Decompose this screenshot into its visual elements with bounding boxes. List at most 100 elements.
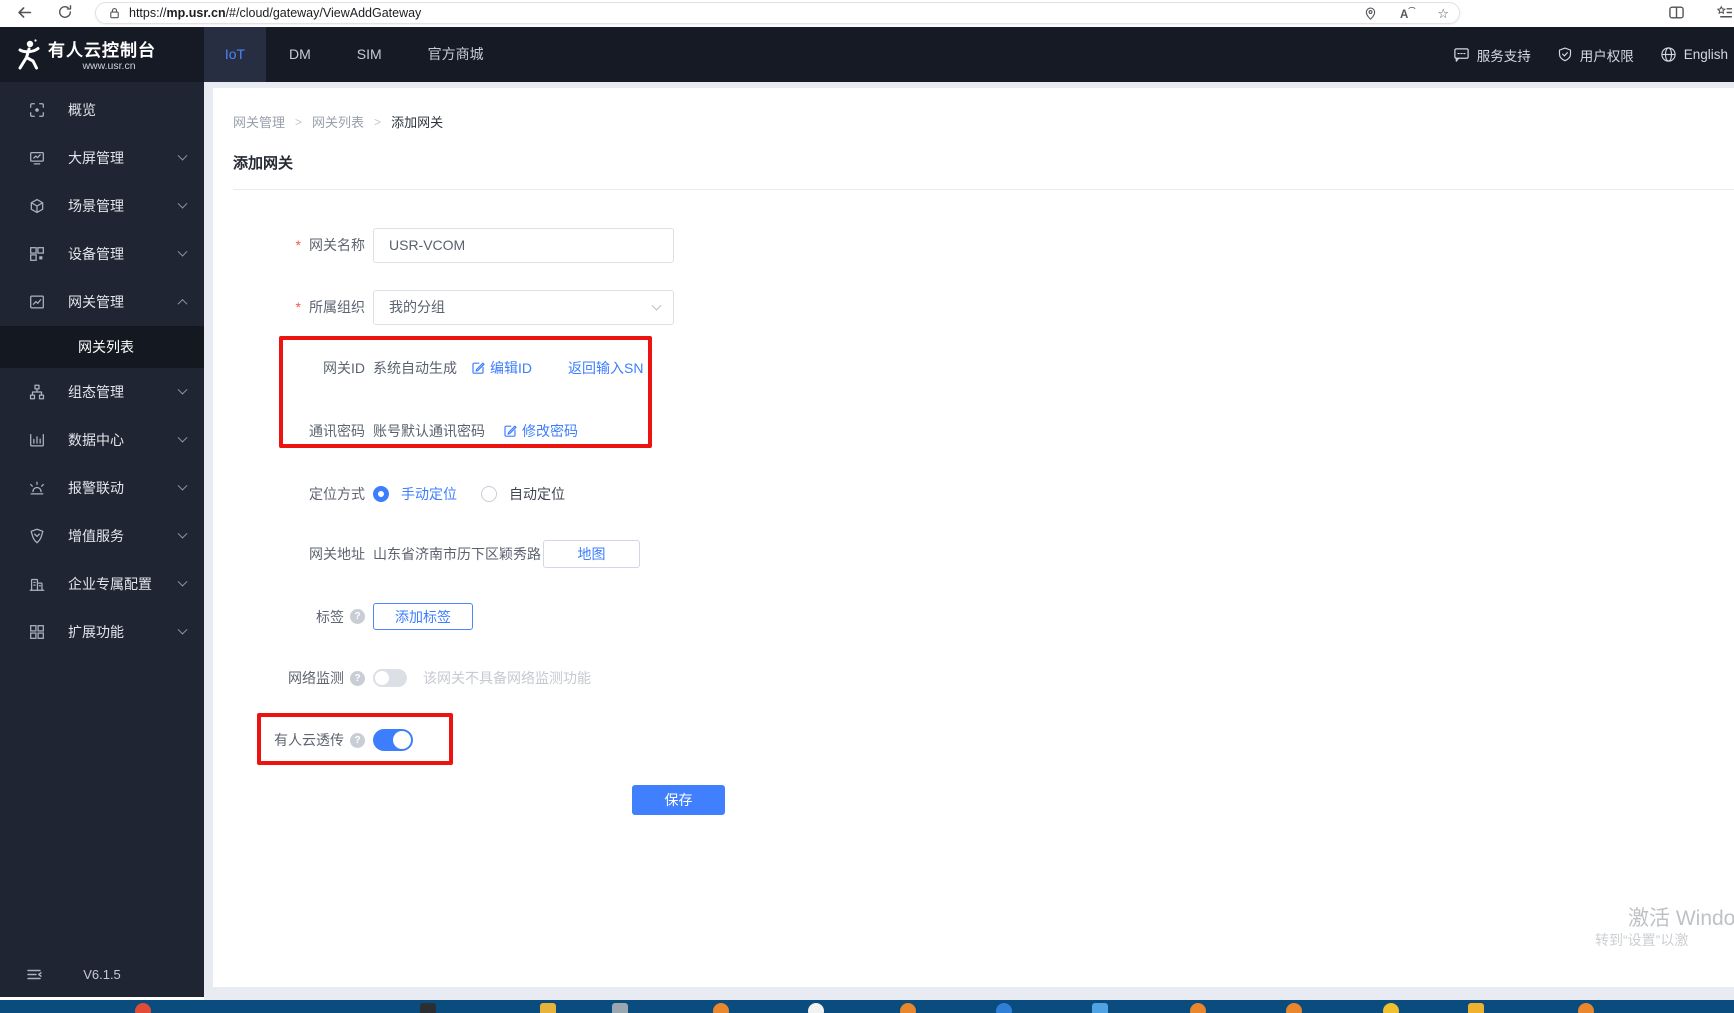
- taskbar-app-icon[interactable]: [996, 1003, 1012, 1013]
- sidebar-label: 企业专属配置: [68, 576, 152, 592]
- taskbar-app-icon[interactable]: [1468, 1003, 1484, 1013]
- usr-logo-icon: [13, 38, 45, 72]
- tab-sim[interactable]: SIM: [334, 27, 405, 82]
- windows-activation-watermark-line1: 激活 Windo: [1628, 907, 1734, 930]
- add-tag-button[interactable]: 添加标签: [373, 603, 473, 630]
- chevron-down-icon: [177, 150, 188, 161]
- sidebar-item-extensions[interactable]: 扩展功能: [0, 608, 204, 656]
- app-logo[interactable]: 有人云控制台 www.usr.cn: [0, 27, 204, 82]
- taskbar[interactable]: [0, 1000, 1734, 1013]
- sidebar-label: 场景管理: [68, 198, 124, 214]
- shield-icon: [1557, 46, 1573, 63]
- form-row-gateway-name: * 网关名称 USR-VCOM: [233, 227, 674, 263]
- sidebar-item-data-center[interactable]: 数据中心: [0, 416, 204, 464]
- help-icon[interactable]: [350, 732, 365, 748]
- split-screen-icon[interactable]: [1668, 4, 1685, 21]
- breadcrumb-separator: >: [295, 114, 303, 129]
- taskbar-app-icon[interactable]: [1092, 1003, 1108, 1013]
- tab-iot[interactable]: IoT: [204, 27, 266, 82]
- help-icon[interactable]: [350, 670, 365, 686]
- service-support[interactable]: 服务支持: [1453, 45, 1531, 65]
- network-monitor-toggle[interactable]: [373, 669, 407, 687]
- taskbar-app-icon[interactable]: [1190, 1003, 1206, 1013]
- map-button[interactable]: 地图: [543, 540, 640, 568]
- favorite-star-icon[interactable]: ☆: [1437, 7, 1449, 20]
- required-asterisk: *: [295, 237, 301, 253]
- address-bar[interactable]: https://mp.usr.cn/#/cloud/gateway/ViewAd…: [95, 2, 1460, 24]
- gateway-name-value: USR-VCOM: [389, 237, 466, 253]
- sidebar-label: 报警联动: [68, 480, 124, 496]
- sidebar-item-value-added-services[interactable]: 增值服务: [0, 512, 204, 560]
- breadcrumb-gateway-mgmt[interactable]: 网关管理: [233, 112, 285, 131]
- change-password-link[interactable]: 修改密码: [503, 421, 578, 441]
- edit-id-link[interactable]: 编辑ID: [471, 358, 532, 378]
- gateway-name-label: * 网关名称: [295, 237, 365, 253]
- sidebar-item-topology-mgmt[interactable]: 组态管理: [0, 368, 204, 416]
- globe-icon: [1660, 46, 1677, 63]
- sidebar-item-gateway-mgmt[interactable]: 网关管理: [0, 278, 204, 326]
- taskbar-app-icon[interactable]: [612, 1003, 628, 1013]
- manual-location-label[interactable]: 手动定位: [401, 484, 457, 504]
- sidebar-item-device-mgmt[interactable]: 设备管理: [0, 230, 204, 278]
- organization-value: 我的分组: [389, 299, 445, 315]
- save-button[interactable]: 保存: [632, 785, 725, 815]
- organization-select[interactable]: 我的分组: [373, 289, 674, 325]
- chevron-up-icon: [177, 298, 188, 309]
- lock-icon: [108, 6, 121, 20]
- form-row-gateway-address: 网关地址 山东省济南市历下区颖秀路 地图: [233, 540, 640, 568]
- radio-auto-location[interactable]: [481, 486, 497, 502]
- sidebar-label: 网关管理: [68, 294, 124, 310]
- taskbar-app-icon[interactable]: [540, 1003, 556, 1013]
- user-permissions-label: 用户权限: [1579, 48, 1634, 64]
- topology-icon: [28, 383, 46, 401]
- sidebar-label: 扩展功能: [68, 624, 124, 640]
- sidebar-label: 组态管理: [68, 384, 124, 400]
- toggle-knob: [375, 671, 389, 685]
- tags-label: 标签: [233, 607, 365, 627]
- taskbar-app-icon[interactable]: [1286, 1003, 1302, 1013]
- sidebar-item-enterprise-config[interactable]: 企业专属配置: [0, 560, 204, 608]
- gateway-name-input[interactable]: USR-VCOM: [373, 227, 674, 263]
- sidebar-item-gateway-list[interactable]: 网关列表: [0, 326, 204, 368]
- browser-back-icon[interactable]: [16, 4, 33, 21]
- toggle-knob: [393, 731, 411, 749]
- taskbar-app-icon[interactable]: [135, 1003, 151, 1013]
- sidebar-label: 大屏管理: [68, 150, 124, 166]
- sidebar-item-scene-mgmt[interactable]: 场景管理: [0, 182, 204, 230]
- datacenter-icon: [28, 431, 46, 449]
- form-row-location-mode: 定位方式 手动定位 自动定位: [233, 476, 565, 512]
- sidebar-label: 概览: [68, 102, 96, 118]
- chevron-down-icon: [177, 432, 188, 443]
- language-switch[interactable]: English: [1660, 46, 1728, 63]
- sidebar-item-alarm-linkage[interactable]: 报警联动: [0, 464, 204, 512]
- sidebar-item-screen-mgmt[interactable]: 大屏管理: [0, 134, 204, 182]
- help-icon[interactable]: [350, 609, 365, 624]
- tab-mall[interactable]: 官方商城: [405, 27, 507, 82]
- auto-location-label[interactable]: 自动定位: [509, 484, 565, 504]
- app-top-nav: 有人云控制台 www.usr.cn IoT DM SIM 官方商城 服务支持 用…: [0, 27, 1734, 82]
- taskbar-app-icon[interactable]: [900, 1003, 916, 1013]
- taskbar-app-icon[interactable]: [713, 1003, 729, 1013]
- sidebar-item-overview[interactable]: 概览: [0, 86, 204, 134]
- user-permissions[interactable]: 用户权限: [1557, 45, 1634, 65]
- browser-refresh-icon[interactable]: [57, 4, 73, 20]
- read-aloud-icon[interactable]: A⌒: [1400, 6, 1415, 21]
- favorites-bar-icon[interactable]: [1716, 4, 1734, 21]
- taskbar-app-icon[interactable]: [420, 1003, 436, 1013]
- language-label: English: [1683, 47, 1728, 62]
- windows-activation-watermark-line2: 转到“设置”以激: [1595, 932, 1689, 948]
- return-input-sn-label: 返回输入SN: [568, 360, 644, 376]
- taskbar-app-icon[interactable]: [1383, 1003, 1399, 1013]
- breadcrumb-gateway-list[interactable]: 网关列表: [312, 112, 364, 131]
- cloud-passthrough-label: 有人云透传: [233, 730, 365, 750]
- chevron-down-icon: [177, 480, 188, 491]
- return-input-sn-link[interactable]: 返回输入SN: [568, 358, 643, 378]
- cloud-passthrough-toggle[interactable]: [373, 729, 413, 751]
- gateway-address-label: 网关地址: [309, 546, 365, 562]
- taskbar-app-icon[interactable]: [1578, 1003, 1594, 1013]
- chevron-down-icon: [177, 624, 188, 635]
- radio-manual-location[interactable]: [373, 486, 389, 502]
- taskbar-app-icon[interactable]: [808, 1003, 824, 1013]
- location-pin-icon[interactable]: [1363, 6, 1378, 21]
- tab-dm[interactable]: DM: [266, 27, 334, 82]
